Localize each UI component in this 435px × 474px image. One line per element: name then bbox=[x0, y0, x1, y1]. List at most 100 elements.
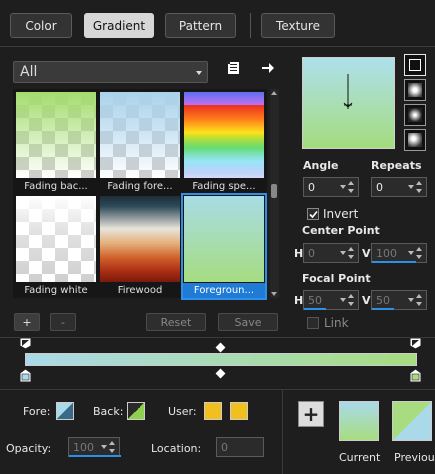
chevron-down-icon[interactable] bbox=[408, 185, 414, 189]
plus-icon: + bbox=[302, 402, 320, 426]
gradient-thumb-label: Foregroun... bbox=[183, 283, 265, 298]
rectangular-style-button[interactable] bbox=[404, 79, 426, 101]
gradient-thumb-image bbox=[16, 196, 96, 282]
stepper-icon[interactable] bbox=[108, 440, 117, 454]
center-point-label: Center Point bbox=[302, 224, 380, 237]
center-h-spinner[interactable]: 0 bbox=[303, 243, 359, 263]
linear-style-icon bbox=[409, 59, 421, 71]
repeats-label: Repeats bbox=[371, 159, 422, 172]
focal-v-value: 50 bbox=[376, 293, 390, 307]
fore-label: Fore: bbox=[23, 405, 51, 418]
section-divider bbox=[0, 389, 435, 390]
opacity-label: Opacity: bbox=[6, 442, 52, 455]
previous-swatch[interactable] bbox=[392, 401, 432, 441]
opacity-spinner[interactable]: 100 bbox=[68, 437, 121, 457]
gradient-thumb-label: Fading bac... bbox=[24, 181, 88, 192]
tab-pattern[interactable]: Pattern bbox=[165, 13, 236, 38]
stepper-icon[interactable] bbox=[347, 246, 356, 260]
reset-button[interactable]: Reset bbox=[146, 313, 206, 331]
link-checkbox[interactable] bbox=[307, 317, 319, 329]
stepper-icon[interactable] bbox=[415, 180, 424, 194]
gradient-bar[interactable] bbox=[25, 353, 417, 366]
save-button[interactable]: Save bbox=[218, 313, 278, 331]
category-dropdown[interactable]: All bbox=[13, 61, 208, 83]
scroll-down-icon[interactable] bbox=[271, 292, 277, 296]
location-field[interactable]: 0 bbox=[216, 437, 264, 457]
tab-texture[interactable]: Texture bbox=[261, 13, 335, 38]
gradient-thumb-image bbox=[100, 196, 180, 282]
vertical-divider bbox=[282, 389, 283, 474]
opacity-stop-left-icon[interactable] bbox=[19, 337, 32, 350]
focal-h-spinner[interactable]: 50 bbox=[303, 290, 359, 310]
color-stop-left-icon[interactable] bbox=[19, 368, 32, 383]
angle-value: 0 bbox=[308, 180, 315, 194]
gallery-scrollbar[interactable] bbox=[270, 89, 279, 298]
opacity-level bbox=[69, 455, 121, 457]
sunburst-style-icon bbox=[408, 108, 422, 122]
color-stop-right-icon[interactable] bbox=[409, 368, 422, 383]
repeats-spinner[interactable]: 0 bbox=[371, 177, 427, 197]
section-divider bbox=[0, 337, 435, 338]
fore-swatch[interactable] bbox=[56, 402, 74, 420]
gradient-thumb-firewood[interactable]: Firewood bbox=[99, 195, 181, 298]
gradient-thumb-label: Fading white bbox=[24, 285, 88, 296]
invert-checkbox[interactable] bbox=[307, 208, 319, 220]
gradient-thumb-fading-foreground[interactable]: Fading fore... bbox=[99, 91, 181, 194]
chevron-down-icon[interactable] bbox=[101, 445, 107, 449]
scrollbar-thumb[interactable] bbox=[271, 184, 277, 198]
location-value: 0 bbox=[221, 440, 228, 454]
opacity-midpoint-handle[interactable] bbox=[215, 342, 226, 353]
invert-label: Invert bbox=[323, 207, 359, 221]
gradient-thumb-foreground-background[interactable]: Foregroun... bbox=[181, 193, 267, 300]
chevron-down-icon[interactable] bbox=[408, 251, 414, 255]
gradient-thumb-fading-white[interactable]: Fading white bbox=[15, 195, 97, 298]
radial-style-button[interactable] bbox=[404, 129, 426, 151]
focal-point-label: Focal Point bbox=[302, 272, 371, 285]
focal-v-spinner[interactable]: 50 bbox=[371, 290, 427, 310]
chevron-down-icon[interactable] bbox=[340, 298, 346, 302]
arrow-right-icon[interactable] bbox=[261, 61, 275, 75]
user-swatch-2[interactable] bbox=[230, 402, 248, 420]
color-midpoint-handle[interactable] bbox=[215, 368, 226, 379]
checkmark-icon bbox=[309, 210, 318, 219]
stepper-icon[interactable] bbox=[347, 180, 356, 194]
user-label: User: bbox=[168, 405, 197, 418]
add-gradient-button[interactable]: + bbox=[14, 313, 40, 331]
angle-handle-icon[interactable] bbox=[341, 72, 355, 110]
library-icon[interactable] bbox=[226, 60, 242, 76]
opacity-stop-right-icon[interactable] bbox=[409, 337, 422, 350]
tab-color[interactable]: Color bbox=[10, 13, 72, 38]
repeats-value: 0 bbox=[376, 180, 383, 194]
gradient-thumb-fading-background[interactable]: Fading bac... bbox=[15, 91, 97, 194]
remove-gradient-button[interactable]: - bbox=[50, 313, 76, 331]
stepper-icon[interactable] bbox=[415, 246, 424, 260]
chevron-down-icon[interactable] bbox=[340, 251, 346, 255]
opacity-value: 100 bbox=[73, 440, 94, 454]
current-label: Current bbox=[339, 451, 381, 464]
chevron-down-icon[interactable] bbox=[408, 298, 414, 302]
tab-divider bbox=[0, 46, 435, 47]
user-swatch-1[interactable] bbox=[204, 402, 222, 420]
sunburst-style-button[interactable] bbox=[404, 104, 426, 126]
stepper-icon[interactable] bbox=[415, 293, 424, 307]
linear-style-button[interactable] bbox=[404, 54, 426, 76]
center-h-value: 0 bbox=[308, 246, 315, 260]
chevron-down-icon[interactable] bbox=[340, 185, 346, 189]
back-label: Back: bbox=[93, 405, 124, 418]
current-swatch[interactable] bbox=[339, 401, 379, 441]
focal-h-label: H bbox=[294, 294, 304, 307]
stepper-icon[interactable] bbox=[347, 293, 356, 307]
angle-spinner[interactable]: 0 bbox=[303, 177, 359, 197]
focal-h-value: 50 bbox=[308, 293, 322, 307]
angle-label: Angle bbox=[303, 159, 339, 172]
gradient-preview[interactable] bbox=[302, 57, 395, 149]
gradient-thumb-fading-spectrum[interactable]: Fading spe... bbox=[183, 91, 265, 194]
add-swatch-button[interactable]: + bbox=[298, 401, 324, 427]
center-v-value: 100 bbox=[376, 246, 397, 260]
back-swatch[interactable] bbox=[127, 402, 145, 420]
scroll-up-icon[interactable] bbox=[271, 91, 277, 95]
chevron-down-icon bbox=[196, 71, 202, 75]
center-v-spinner[interactable]: 100 bbox=[371, 243, 427, 263]
tab-gradient[interactable]: Gradient bbox=[84, 13, 154, 38]
gradient-thumb-image bbox=[184, 196, 264, 282]
